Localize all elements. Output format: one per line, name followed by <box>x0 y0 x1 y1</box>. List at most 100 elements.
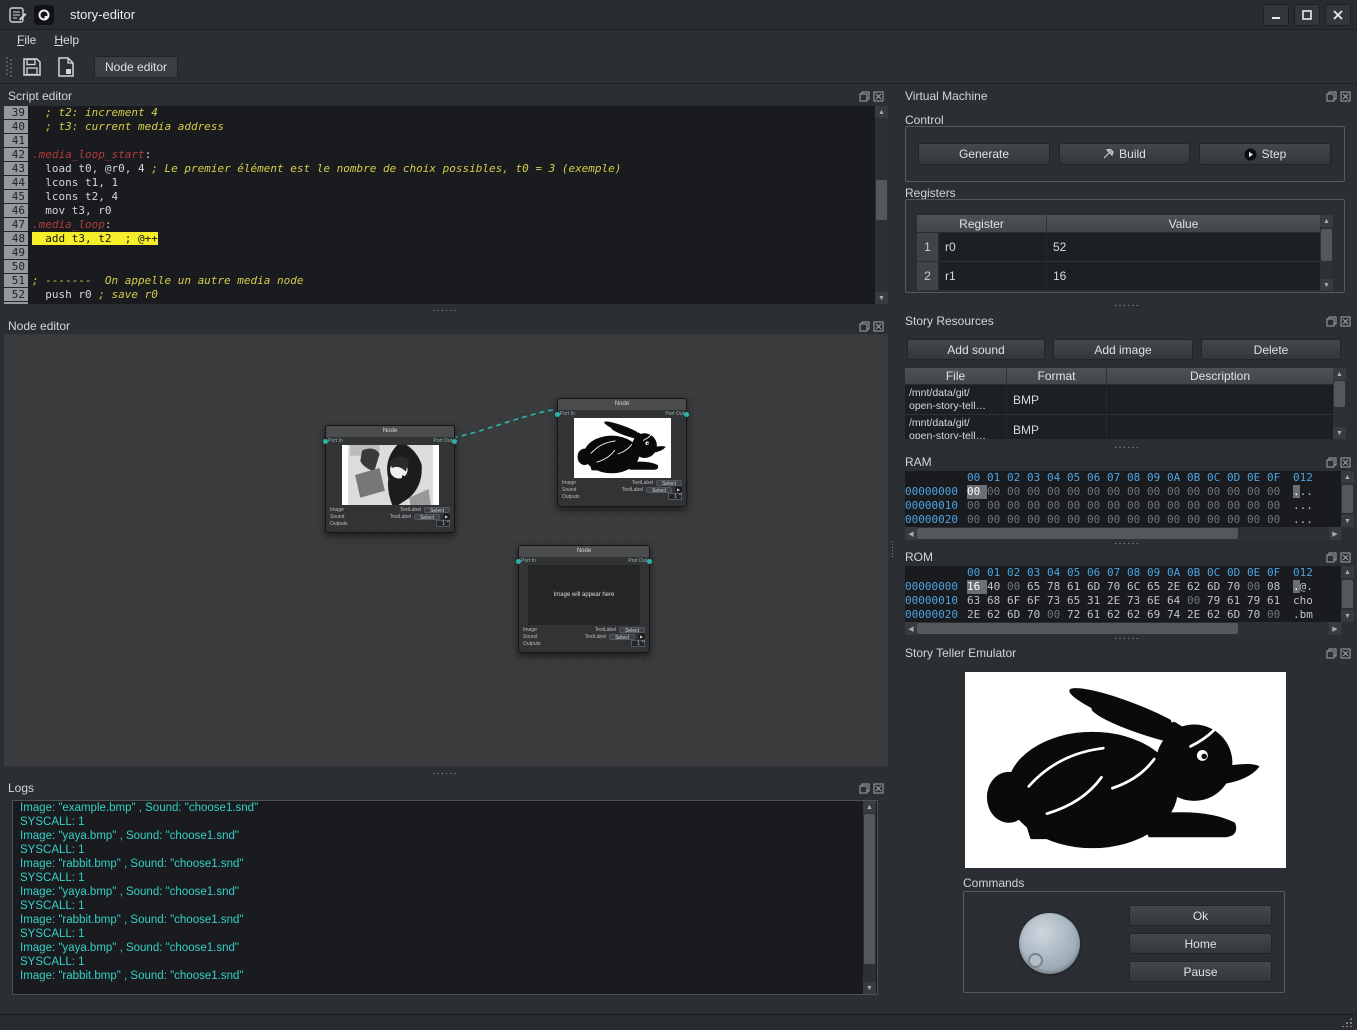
hex-byte[interactable]: 00 <box>1047 499 1067 513</box>
hex-byte[interactable]: 65 <box>1147 580 1167 594</box>
hex-byte[interactable]: 00 <box>1267 513 1287 527</box>
hex-byte[interactable]: 70 <box>1027 608 1047 622</box>
float-panel-icon[interactable] <box>1326 552 1337 563</box>
hex-byte[interactable]: 00 <box>1147 499 1167 513</box>
hex-byte[interactable]: 00 <box>1007 499 1027 513</box>
resources-scrollbar[interactable]: ▲ ▼ <box>1333 368 1346 439</box>
hex-byte[interactable]: 00 <box>1207 485 1227 499</box>
register-row[interactable]: 2r116 <box>917 262 1320 291</box>
hex-byte[interactable]: 00 <box>1067 485 1087 499</box>
hex-byte[interactable]: 70 <box>1227 580 1247 594</box>
close-panel-icon[interactable] <box>1340 316 1351 327</box>
code-editor-scrollbar[interactable]: ▲ ▼ <box>875 106 888 304</box>
hex-byte[interactable]: 73 <box>1047 594 1067 608</box>
media-node-rabbit[interactable]: Node Port In Port Out ImageTextLabelSele… <box>557 398 687 507</box>
hex-byte[interactable]: 00 <box>1027 485 1047 499</box>
file-column-header[interactable]: File <box>905 368 1007 384</box>
register-row[interactable]: 1r052 <box>917 233 1320 262</box>
hex-byte[interactable]: 79 <box>1247 594 1267 608</box>
maximize-button[interactable] <box>1294 4 1320 26</box>
hex-byte[interactable]: 00 <box>1067 513 1087 527</box>
port-out-dot[interactable] <box>684 412 689 417</box>
hex-byte[interactable]: 00 <box>1107 485 1127 499</box>
hex-byte[interactable]: 08 <box>1267 580 1287 594</box>
toolbar-drag-handle[interactable] <box>6 57 12 77</box>
splitter-handle[interactable]: ······ <box>897 302 1357 310</box>
hex-byte[interactable]: 62 <box>1187 580 1207 594</box>
hex-byte[interactable]: 6C <box>1127 580 1147 594</box>
hex-byte[interactable]: 00 <box>1167 485 1187 499</box>
hex-byte[interactable]: 00 <box>987 485 1007 499</box>
hex-byte[interactable]: 00 <box>1227 485 1247 499</box>
port-in-dot[interactable] <box>323 439 328 444</box>
node-canvas[interactable]: Node Port In Port Out ImageTextLabelSele… <box>4 334 888 767</box>
splitter-handle[interactable]: ······ <box>897 444 1357 452</box>
hex-byte[interactable]: 61 <box>1087 608 1107 622</box>
hex-byte[interactable]: 00 <box>1107 513 1127 527</box>
value-column-header[interactable]: Value <box>1047 215 1320 232</box>
hex-byte[interactable]: 00 <box>1187 499 1207 513</box>
hex-byte[interactable]: 00 <box>1247 513 1267 527</box>
node-editor-toolbutton[interactable]: Node editor <box>94 56 178 78</box>
hex-byte[interactable]: 00 <box>1027 513 1047 527</box>
hex-byte[interactable]: 61 <box>1227 594 1247 608</box>
hex-byte[interactable]: 00 <box>967 499 987 513</box>
rom-hex-view[interactable]: 000102030405060708090A0B0C0D0E0F01200000… <box>905 566 1341 622</box>
hex-byte[interactable]: 00 <box>1007 485 1027 499</box>
float-panel-icon[interactable] <box>1326 91 1337 102</box>
hex-byte[interactable]: 73 <box>1127 594 1147 608</box>
close-panel-icon[interactable] <box>873 321 884 332</box>
code-editor[interactable]: 39 ; t2: increment 440 ; t3: current med… <box>4 106 888 304</box>
hex-byte[interactable]: 6D <box>1007 608 1027 622</box>
splitter-handle[interactable]: ······ <box>0 307 890 315</box>
hex-byte[interactable]: 00 <box>1207 499 1227 513</box>
hex-byte[interactable]: 00 <box>967 513 987 527</box>
select-image-button[interactable]: Select <box>619 627 645 633</box>
hex-byte[interactable]: 00 <box>987 499 1007 513</box>
hex-byte[interactable]: 00 <box>1087 485 1107 499</box>
outputs-spinbox[interactable]: 1 <box>668 493 682 500</box>
float-panel-icon[interactable] <box>1326 457 1337 468</box>
hex-byte[interactable]: 00 <box>1227 513 1247 527</box>
hex-byte[interactable]: 00 <box>1087 513 1107 527</box>
hex-byte[interactable]: 00 <box>1167 499 1187 513</box>
hex-byte[interactable]: 74 <box>1167 608 1187 622</box>
rom-vscrollbar[interactable]: ▲ ▼ <box>1341 566 1354 622</box>
save-icon[interactable] <box>18 54 46 80</box>
hex-byte[interactable]: 00 <box>1147 485 1167 499</box>
hex-byte[interactable]: 62 <box>987 608 1007 622</box>
home-button[interactable]: Home <box>1129 933 1272 954</box>
hex-byte[interactable]: 00 <box>1187 513 1207 527</box>
hex-byte[interactable]: 6F <box>1007 594 1027 608</box>
build-button[interactable]: Build <box>1059 143 1190 165</box>
hex-byte[interactable]: 70 <box>1107 580 1127 594</box>
media-node-yaya[interactable]: Node Port In Port Out ImageTextLabelSele… <box>325 425 455 533</box>
hex-byte[interactable]: 00 <box>1127 499 1147 513</box>
hex-byte[interactable]: 00 <box>1007 580 1027 594</box>
hex-byte[interactable]: 00 <box>1167 513 1187 527</box>
hex-byte[interactable]: 16 <box>967 580 987 594</box>
hex-byte[interactable]: 00 <box>1227 499 1247 513</box>
hex-byte[interactable]: 00 <box>1147 513 1167 527</box>
hex-byte[interactable]: 62 <box>1207 608 1227 622</box>
hex-byte[interactable]: 00 <box>1267 485 1287 499</box>
ok-button[interactable]: Ok <box>1129 905 1272 926</box>
select-image-button[interactable]: Select <box>656 480 682 486</box>
hex-byte[interactable]: 69 <box>1147 608 1167 622</box>
float-panel-icon[interactable] <box>859 783 870 794</box>
hex-byte[interactable]: 2E <box>1187 608 1207 622</box>
media-node-empty[interactable]: Node Port In Port Out Image will appear … <box>518 545 650 653</box>
size-grip[interactable] <box>1341 1017 1353 1027</box>
description-column-header[interactable]: Description <box>1107 368 1333 384</box>
pause-button[interactable]: Pause <box>1129 961 1272 982</box>
hex-byte[interactable]: 00 <box>1247 485 1267 499</box>
menu-file[interactable]: File <box>8 31 45 49</box>
port-out-dot[interactable] <box>647 559 652 564</box>
hex-byte[interactable]: 00 <box>1067 499 1087 513</box>
port-out-dot[interactable] <box>452 439 457 444</box>
hex-byte[interactable]: 31 <box>1087 594 1107 608</box>
register-column-header[interactable]: Register <box>917 215 1047 232</box>
close-panel-icon[interactable] <box>1340 648 1351 659</box>
hex-byte[interactable]: 00 <box>1247 499 1267 513</box>
hex-byte[interactable]: 62 <box>1107 608 1127 622</box>
